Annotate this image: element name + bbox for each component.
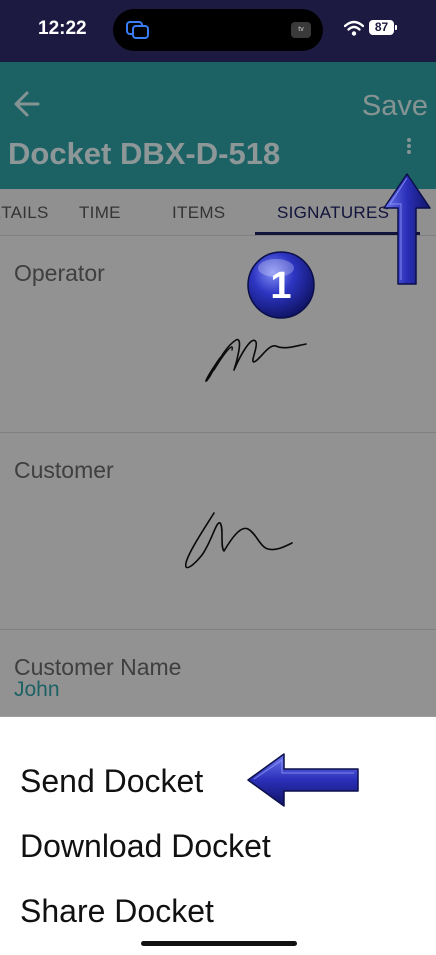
status-time: 12:22 xyxy=(38,18,87,39)
screen: 12:22 tv 87 Save Docket DBX-D-518 DETAIL… xyxy=(0,0,436,955)
status-bar: 12:22 tv 87 xyxy=(0,0,436,62)
arrow-up-annotation-icon xyxy=(383,173,431,285)
send-docket-menu-item[interactable]: Send Docket xyxy=(20,763,203,800)
apple-tv-icon: tv xyxy=(291,22,311,38)
step-number-badge: 1 xyxy=(247,251,315,319)
screen-mirroring-icon xyxy=(126,21,149,39)
step-number-text: 1 xyxy=(270,265,291,307)
battery-tip xyxy=(395,25,397,30)
download-docket-menu-item[interactable]: Download Docket xyxy=(20,828,271,865)
docket-actions-sheet: Send Docket Download Docket Share Docket xyxy=(0,717,436,955)
arrow-left-annotation-icon xyxy=(247,753,359,807)
wifi-icon xyxy=(344,20,364,36)
home-indicator xyxy=(141,941,297,946)
dynamic-island: tv xyxy=(113,9,323,51)
share-docket-menu-item[interactable]: Share Docket xyxy=(20,893,214,930)
battery-icon: 87 xyxy=(369,20,394,35)
modal-scrim[interactable] xyxy=(0,62,436,717)
